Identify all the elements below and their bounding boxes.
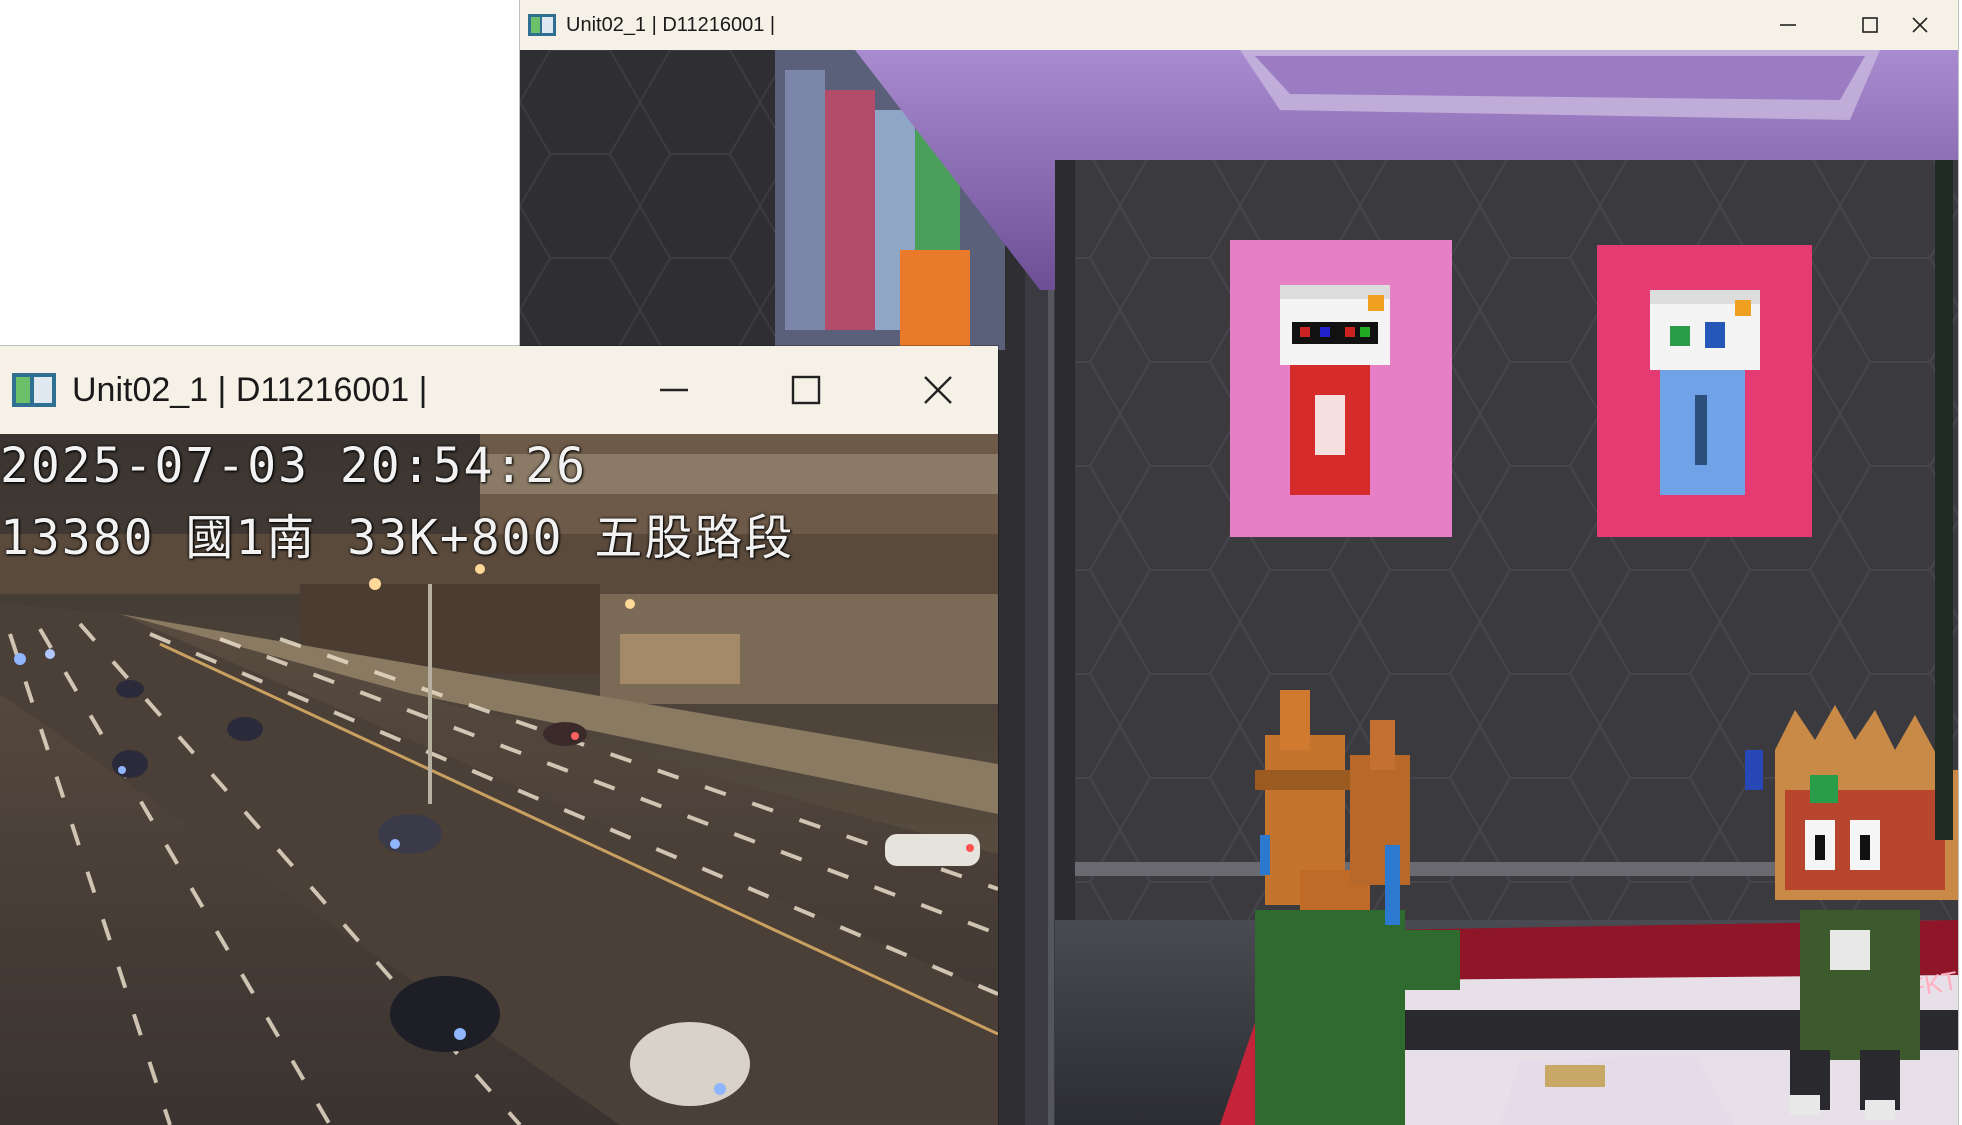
title-bar[interactable]: Unit02_1 | D11216001 | — [0, 346, 998, 434]
close-button[interactable] — [878, 346, 998, 434]
title-bar[interactable]: Unit02_1 | D11216001 | — [520, 0, 1958, 50]
maximize-icon — [1862, 17, 1878, 33]
minimize-button[interactable] — [614, 346, 734, 434]
camera-timestamp: 2025-07-03 20:54:26 — [0, 438, 588, 494]
maximize-button[interactable] — [746, 346, 866, 434]
minimize-icon — [1780, 24, 1796, 26]
poster-right — [1597, 245, 1812, 537]
table-item — [1545, 1065, 1605, 1087]
poster-left — [1230, 240, 1452, 537]
minimize-button[interactable] — [1748, 0, 1828, 50]
camera-location: 13380 國1南 33K+800 五股路段 — [0, 510, 795, 566]
camera-window[interactable]: Unit02_1 | D11216001 | 2025-07-03 20:54:… — [0, 346, 998, 1125]
minimize-icon — [660, 388, 688, 392]
desktop: Unit02_1 | D11216001 | TFKT Unit02_1 | D… — [0, 0, 1962, 1125]
close-button[interactable] — [1882, 0, 1958, 50]
app-icon — [528, 14, 556, 36]
close-icon — [924, 376, 952, 404]
window-title: Unit02_1 | D11216001 | — [566, 13, 776, 36]
camera-feed: 2025-07-03 20:54:26 13380 國1南 33K+800 五股… — [0, 434, 998, 1125]
table — [1500, 1055, 1735, 1125]
close-icon — [1912, 17, 1928, 33]
window-title: Unit02_1 | D11216001 | — [72, 370, 428, 409]
maximize-icon — [791, 375, 821, 405]
app-icon — [12, 373, 56, 407]
